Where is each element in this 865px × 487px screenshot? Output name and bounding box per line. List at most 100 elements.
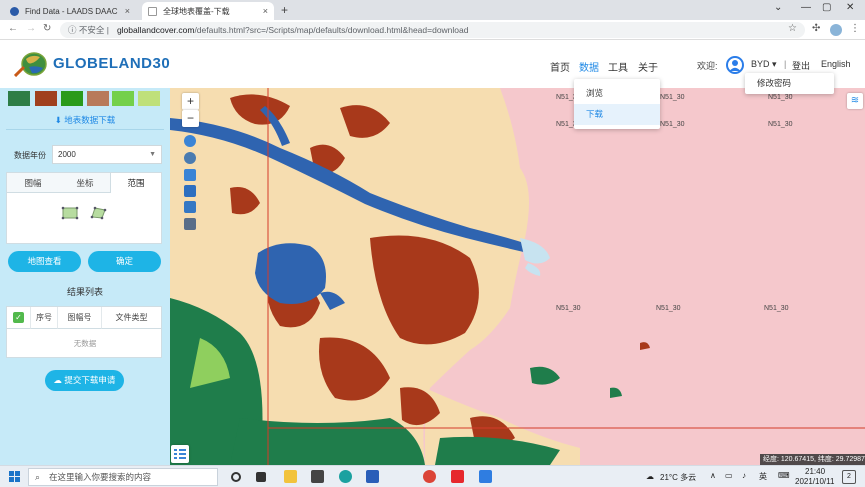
grid-label: N51_30 (556, 305, 581, 312)
logout-link[interactable]: 登出 (792, 59, 810, 72)
tab-find-data[interactable]: Find Data - LAADS DAAC × (4, 2, 136, 20)
edge-icon[interactable] (339, 470, 352, 483)
show-hidden-icons[interactable]: ∧ (710, 471, 716, 480)
new-tab-button[interactable]: + (281, 3, 288, 17)
weather-text[interactable]: 21°C 多云 (660, 472, 696, 483)
year-select-value: 2000 (58, 150, 76, 159)
tab-sheet[interactable]: 图幅 (7, 173, 59, 193)
browser-menu-icon[interactable]: ⋮ (850, 23, 860, 34)
draw-polygon-icon[interactable] (89, 206, 107, 220)
year-select[interactable]: 2000 ▼ (52, 145, 162, 164)
col-header-index[interactable]: 序号 (31, 307, 58, 329)
url-host: globallandcover.com (116, 25, 195, 35)
divider (6, 129, 164, 130)
land-cover-map[interactable]: N51_30 N51_30 N51_30 N51_30 N51_30 N51_3… (170, 88, 865, 465)
minimize-button[interactable]: — (801, 2, 811, 13)
widgets-icon[interactable] (256, 472, 266, 482)
url-path: /defaults.html?src=/Scripts/map/defaults… (194, 25, 469, 35)
submit-download-label: 提交下载申请 (64, 375, 116, 385)
chevron-down-icon: ▼ (149, 151, 156, 158)
english-link[interactable]: English (821, 59, 851, 69)
results-title: 结果列表 (66, 287, 103, 297)
back-arrow-icon[interactable]: ← (8, 23, 18, 34)
nav-tools[interactable]: 工具 (608, 59, 628, 74)
cursor-coordinates: 经度: 120.67415, 纬度: 29.72987 (760, 454, 865, 465)
close-tab-icon[interactable]: × (263, 6, 268, 16)
menu-item-download[interactable]: 下载 (574, 104, 660, 125)
user-menu-toggle[interactable]: BYD ▾ (751, 59, 777, 70)
taskbar-search-field[interactable]: ⌕ 在这里输入你要搜索的内容 (28, 468, 218, 486)
site-logo-text[interactable]: GLOBELAND30 (53, 55, 170, 72)
nav-data[interactable]: 数据 (579, 59, 599, 74)
speaker-icon[interactable]: ♪ (742, 471, 746, 480)
print-icon[interactable] (184, 201, 196, 213)
user-avatar-icon[interactable] (726, 56, 744, 74)
notification-center[interactable]: 2 (842, 470, 856, 484)
submit-download-button[interactable]: ☁ 提交下载申请 (45, 370, 124, 391)
legend-swatch-shrubland (87, 91, 109, 106)
col-header-sheet[interactable]: 图幅号 (58, 307, 102, 329)
bookmark-star-icon[interactable]: ☆ (788, 23, 797, 34)
clock-time[interactable]: 21:40 (805, 467, 825, 476)
hierarchy-icon[interactable] (184, 218, 196, 230)
user-dropdown: 修改密码 (745, 73, 834, 94)
trash-icon[interactable] (184, 169, 196, 181)
nav-home[interactable]: 首页 (550, 59, 570, 74)
tab-search-icon[interactable]: ⌄ (774, 2, 782, 13)
search-placeholder: 在这里输入你要搜索的内容 (49, 472, 152, 482)
site-header: GLOBELAND30 首页 数据 工具 关于 欢迎: BYD ▾ | 登出 E… (0, 40, 865, 88)
forward-arrow-icon[interactable]: → (26, 23, 36, 34)
tab-extent[interactable]: 范围 (110, 173, 162, 193)
insecure-indicator[interactable]: ⓘ 不安全 | (68, 24, 109, 36)
tab-coordinates[interactable]: 坐标 (59, 173, 111, 193)
chrome-icon[interactable] (423, 470, 436, 483)
map-view-button[interactable]: 地图查看 (8, 251, 81, 272)
query-mode-tabs: 图幅 坐标 范围 (6, 172, 162, 244)
extensions-icon[interactable]: ✣ (812, 23, 820, 34)
file-explorer-icon[interactable] (284, 470, 297, 483)
draw-rectangle-icon[interactable] (61, 206, 79, 220)
zoom-in-button[interactable]: + (182, 93, 199, 110)
select-all-checkbox[interactable]: ✓ (13, 312, 24, 323)
reload-icon[interactable]: ↻ (43, 23, 51, 34)
legend-swatch-grassland (61, 91, 83, 106)
store-icon[interactable] (311, 470, 324, 483)
layer-globe-icon[interactable] (184, 152, 196, 164)
globeland-logo-icon (14, 52, 47, 77)
layers-icon[interactable]: ≋ (847, 93, 863, 109)
nasa-favicon-icon (10, 6, 19, 16)
blue-app-icon[interactable] (479, 470, 492, 483)
globe-tool-icon[interactable] (184, 135, 196, 147)
col-header-filetype[interactable]: 文件类型 (102, 307, 161, 329)
legend-toggle-icon[interactable] (171, 445, 189, 463)
close-tab-icon[interactable]: × (125, 6, 130, 16)
zoom-out-button[interactable]: − (182, 110, 199, 127)
url-field[interactable]: ⓘ 不安全 | globallandcover.com /defaults.ht… (60, 22, 805, 38)
cloud-upload-icon: ☁ (53, 375, 63, 385)
measure-icon[interactable] (184, 185, 196, 197)
windows-start-icon[interactable] (9, 471, 20, 482)
keyboard-icon[interactable]: ⌨ (778, 471, 790, 480)
tab-globeland-download[interactable]: 全球地表覆盖-下载 × (142, 2, 274, 20)
download-section-title: ⬇ 地表数据下载 (54, 115, 116, 125)
year-label: 数据年份 (14, 151, 46, 160)
maximize-button[interactable]: ▢ (822, 2, 831, 13)
welcome-label: 欢迎: (697, 61, 718, 71)
menu-item-browse[interactable]: 浏览 (574, 83, 660, 104)
close-window-button[interactable]: ✕ (846, 2, 854, 13)
word-icon[interactable] (366, 470, 379, 483)
red-app-icon[interactable] (451, 470, 464, 483)
task-view-icon[interactable] (231, 472, 241, 482)
profile-avatar-icon[interactable] (830, 24, 842, 36)
address-bar: ← → ↻ ⓘ 不安全 | globallandcover.com /defau… (0, 20, 865, 40)
ime-icon[interactable]: 英 (759, 471, 767, 482)
select-all-cell: ✓ (7, 307, 31, 329)
page-favicon-icon (148, 6, 157, 16)
clock-date[interactable]: 2021/10/11 (795, 477, 834, 486)
confirm-button[interactable]: 确定 (88, 251, 161, 272)
nav-about[interactable]: 关于 (638, 59, 658, 74)
network-icon[interactable]: ▭ (725, 471, 733, 480)
legend-swatch-artificial (35, 91, 57, 106)
tab-label: 全球地表覆盖-下载 (163, 6, 230, 16)
change-password-item[interactable]: 修改密码 (745, 73, 834, 94)
